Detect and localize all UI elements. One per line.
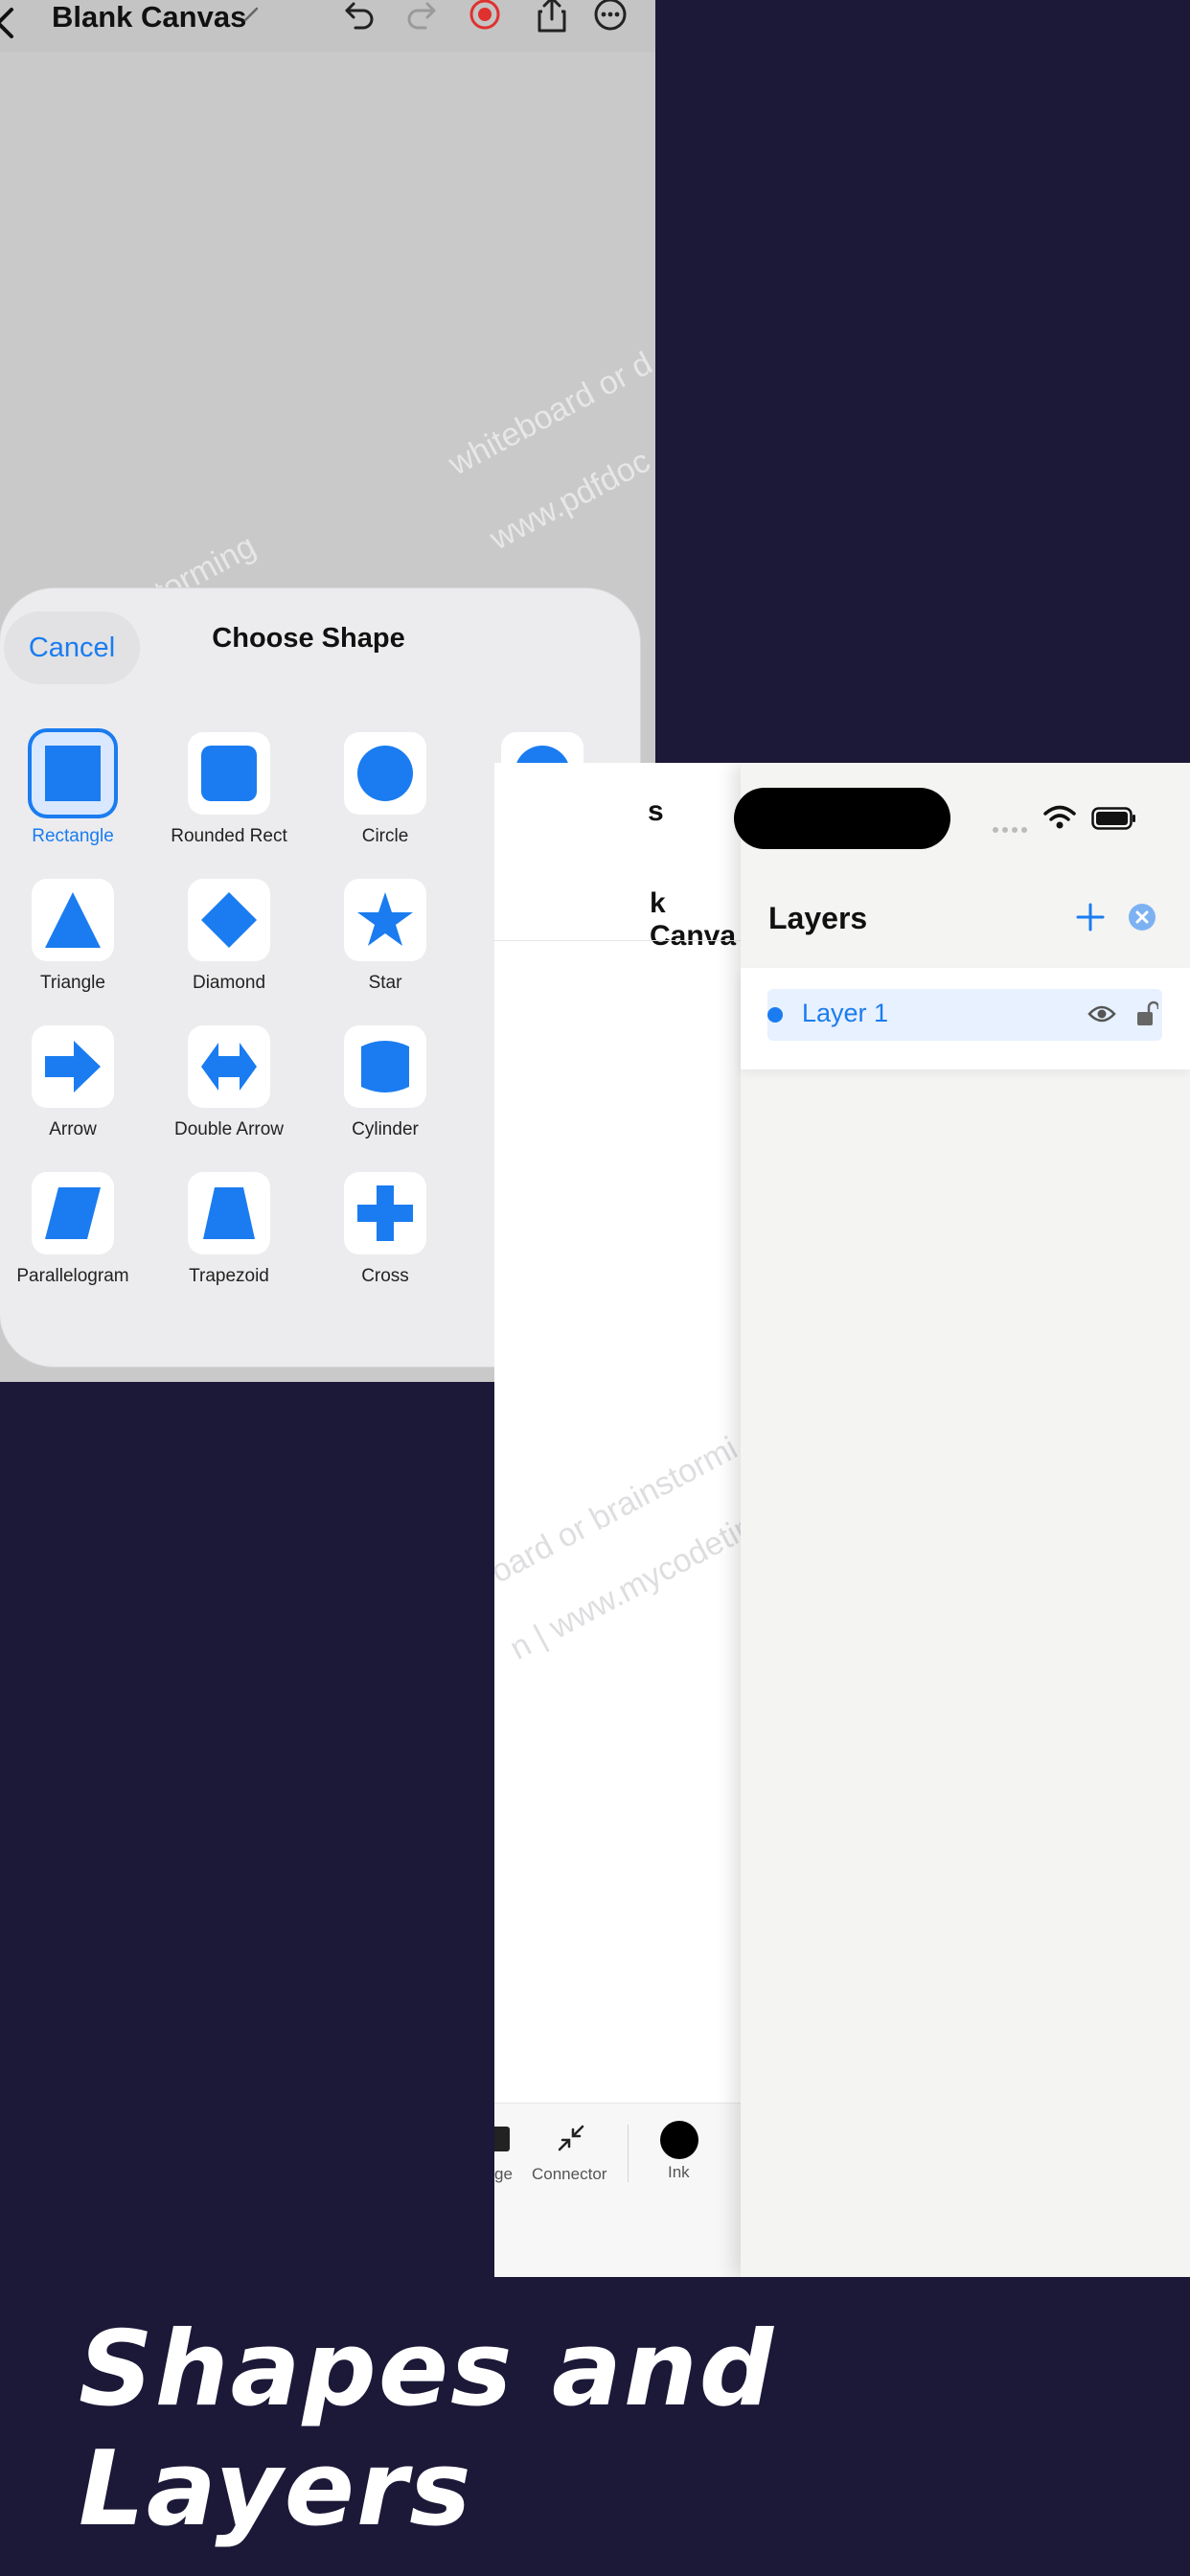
- status-time-partial: s: [648, 795, 664, 827]
- shape-label: Rectangle: [32, 826, 114, 846]
- record-icon[interactable]: [467, 0, 503, 34]
- promo-caption: Shapes and Layers: [79, 2310, 776, 2549]
- shape-label: Circle: [361, 826, 409, 846]
- shape-label: Cylinder: [352, 1119, 419, 1139]
- cylinder-icon: [361, 1041, 409, 1092]
- undo-icon[interactable]: [342, 0, 378, 34]
- shape-tile-triangle[interactable]: [32, 879, 114, 961]
- image-tool-icon[interactable]: [494, 2125, 512, 2158]
- nav-divider: [494, 940, 741, 941]
- triangle-icon: [45, 892, 101, 948]
- shape-tile-cross[interactable]: [344, 1172, 426, 1254]
- layer-row[interactable]: Layer 1: [767, 989, 1162, 1041]
- close-icon[interactable]: [1128, 903, 1156, 936]
- cross-icon: [357, 1185, 413, 1241]
- dynamic-island: [734, 788, 950, 849]
- canvas-area[interactable]: s k Canva oard or brainstormi n | www.my…: [494, 763, 761, 2277]
- layers-panel: Layers Layer 1: [741, 763, 1190, 2277]
- layer-list: Layer 1: [741, 968, 1190, 1070]
- shape-label: Star: [368, 973, 402, 993]
- watermark-text: www.pdfdoc: [484, 442, 655, 558]
- shape-label: Rounded Rect: [171, 826, 287, 846]
- shape-tile-parallelogram[interactable]: [32, 1172, 114, 1254]
- shape-tile-circle[interactable]: [344, 732, 426, 815]
- layers-screenshot: s k Canva oard or brainstormi n | www.my…: [494, 763, 1190, 2277]
- canvas-title-partial: k Canva: [650, 887, 737, 952]
- add-layer-icon[interactable]: [1074, 901, 1107, 938]
- parallelogram-icon: [45, 1187, 101, 1239]
- diamond-icon: [201, 892, 257, 948]
- layer-name: Layer 1: [802, 999, 889, 1027]
- ink-color-swatch[interactable]: [660, 2121, 698, 2159]
- star-icon: [357, 892, 413, 946]
- shape-tile-arrow[interactable]: [32, 1025, 114, 1108]
- wifi-icon: [1043, 805, 1076, 835]
- sheet-title: Choose Shape: [212, 623, 405, 654]
- shape-tile-double-arrow[interactable]: [188, 1025, 270, 1108]
- shape-label: Arrow: [49, 1119, 97, 1139]
- arrow-icon: [45, 1041, 101, 1092]
- edit-pencil-icon[interactable]: [242, 6, 260, 28]
- canvas-title[interactable]: Blank Canvas: [52, 0, 246, 34]
- bottom-toolbar: ge Connector Ink: [494, 2103, 741, 2277]
- shape-label: Triangle: [40, 973, 105, 993]
- rectangle-icon: [45, 746, 101, 801]
- double-arrow-icon: [201, 1043, 257, 1091]
- layers-title: Layers: [768, 901, 868, 935]
- shape-tile-cylinder[interactable]: [344, 1025, 426, 1108]
- trapezoid-icon: [203, 1187, 255, 1239]
- image-tool-label: ge: [494, 2165, 513, 2183]
- toolbar-divider: [628, 2125, 629, 2182]
- shape-label: Diamond: [192, 973, 266, 993]
- connector-label: Connector: [532, 2165, 607, 2183]
- circle-icon: [357, 746, 413, 801]
- shape-tile-diamond[interactable]: [188, 879, 270, 961]
- shape-tile-star[interactable]: [344, 879, 426, 961]
- eye-icon[interactable]: [1087, 1002, 1116, 1030]
- battery-icon: [1091, 807, 1137, 835]
- ink-label: Ink: [668, 2163, 690, 2181]
- layer-active-dot: [767, 1007, 783, 1023]
- rounded-rect-icon: [201, 746, 257, 801]
- shape-tile-trapezoid[interactable]: [188, 1172, 270, 1254]
- shape-label: Double Arrow: [173, 1119, 285, 1139]
- back-chevron-icon[interactable]: [0, 6, 17, 45]
- share-icon[interactable]: [534, 0, 570, 33]
- shape-label: Parallelogram: [16, 1266, 129, 1286]
- shape-label: Trapezoid: [189, 1266, 269, 1286]
- shape-label: Cross: [361, 1266, 409, 1286]
- more-options-icon[interactable]: [592, 0, 629, 34]
- shape-tile-rectangle[interactable]: [32, 732, 114, 815]
- navigation-bar: Blank Canvas: [0, 0, 655, 52]
- connector-icon[interactable]: [554, 2121, 588, 2160]
- signal-dots-icon: [992, 822, 1030, 840]
- redo-icon[interactable]: [402, 0, 439, 34]
- shape-tile-rounded-rect[interactable]: [188, 732, 270, 815]
- unlock-icon[interactable]: [1135, 999, 1160, 1032]
